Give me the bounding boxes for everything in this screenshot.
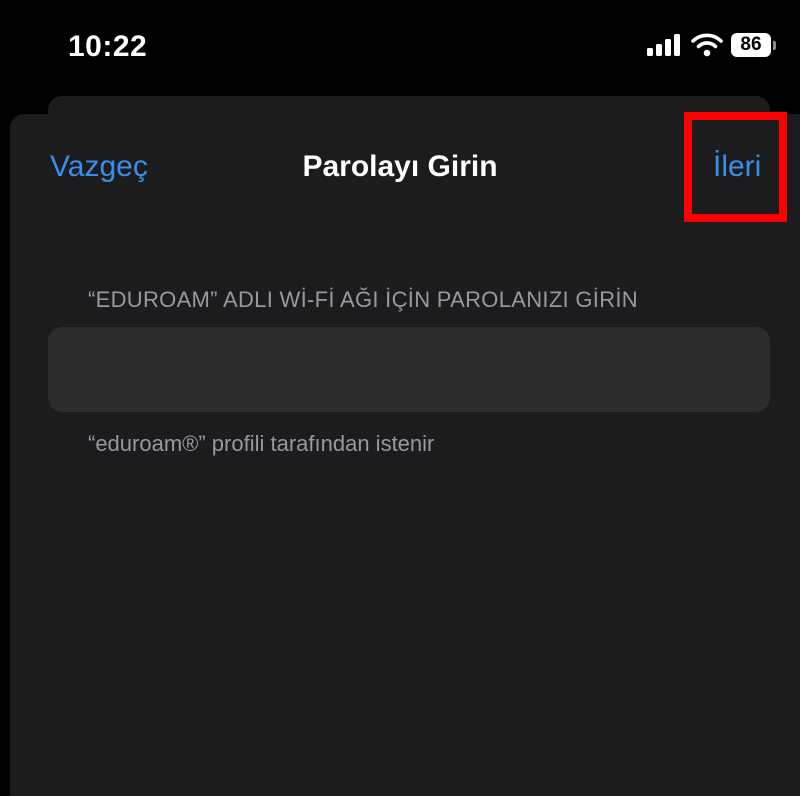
password-sheet: Parolayı Girin Vazgeç İleri “EDUROAM” AD… [10, 114, 800, 796]
status-time: 10:22 [68, 30, 148, 63]
password-field[interactable] [48, 327, 770, 412]
battery-icon: 86 [731, 33, 776, 57]
battery-level: 86 [731, 33, 771, 57]
next-button[interactable]: İleri [713, 150, 761, 184]
status-bar: 10:22 86 [0, 0, 800, 100]
cancel-button[interactable]: Vazgeç [50, 150, 148, 184]
battery-tip [773, 40, 776, 50]
wifi-icon [691, 33, 723, 57]
password-section-footer: “eduroam®” profili tarafından istenir [88, 431, 435, 456]
password-section-header: “EDUROAM” ADLI Wİ-Fİ AĞI İÇİN PAROLANIZI… [88, 287, 638, 312]
signal-icon [647, 34, 680, 56]
status-icons: 86 [647, 33, 776, 57]
phone-screen: 10:22 86 Parolayı Girin Vazgeç İleri “ED [0, 0, 800, 796]
